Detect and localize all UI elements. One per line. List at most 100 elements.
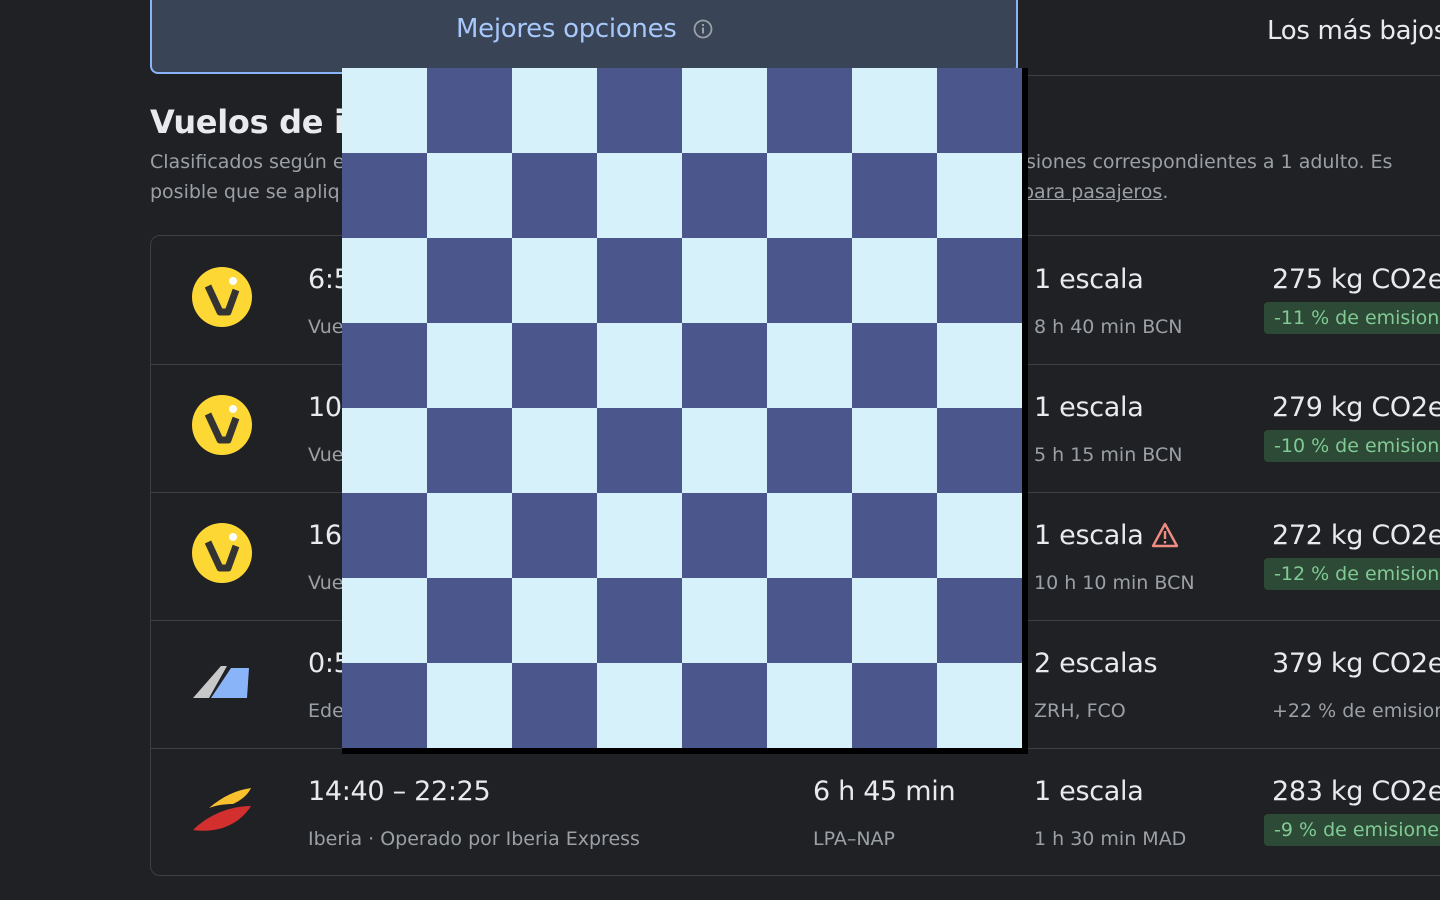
section-description-period: .: [1162, 181, 1169, 203]
section-description-line2-start: posible que se apliq: [150, 181, 340, 203]
co2-delta-badge: -12 % de emisiones: [1264, 558, 1440, 590]
flight-stops-detail: 1 h 30 min MAD: [1034, 828, 1187, 850]
flight-stops-detail: ZRH, FCO: [1034, 700, 1126, 722]
flight-co2: 283 kg CO2e: [1272, 776, 1440, 807]
checker-square: [597, 493, 682, 578]
warning-icon[interactable]: [1151, 522, 1179, 548]
tab-best-options[interactable]: Mejores opciones: [150, 0, 1018, 74]
checker-square: [512, 408, 597, 493]
flight-stops-detail: 8 h 40 min BCN: [1034, 316, 1183, 338]
flight-airline: Vue: [308, 572, 344, 594]
checker-square: [767, 493, 852, 578]
vueling-logo: [192, 395, 252, 455]
checker-square: [597, 323, 682, 408]
checker-square: [852, 153, 937, 238]
flight-stops: 1 escala: [1034, 520, 1144, 551]
checker-square: [682, 493, 767, 578]
tab-cheapest[interactable]: Los más bajos: [1267, 16, 1440, 46]
flight-airline: Vue: [308, 444, 344, 466]
co2-delta-badge: -9 % de emisiones: [1264, 814, 1440, 846]
flight-co2: 272 kg CO2e: [1272, 520, 1440, 551]
checker-square: [342, 493, 427, 578]
flight-stops-with-warning: 1 escala: [1034, 520, 1179, 551]
flight-airline: Iberia · Operado por Iberia Express: [308, 828, 640, 850]
flight-airline: Vue: [308, 316, 344, 338]
checker-square: [767, 408, 852, 493]
section-description-line2-tail: para pasajeros.: [1022, 181, 1168, 203]
checker-square: [512, 663, 597, 748]
flight-stops-detail: 5 h 15 min BCN: [1034, 444, 1183, 466]
checker-square: [512, 68, 597, 153]
checker-square: [427, 68, 512, 153]
tabs-divider: [1020, 75, 1440, 76]
checker-square: [512, 493, 597, 578]
checker-square: [342, 323, 427, 408]
checker-square: [852, 68, 937, 153]
checker-square: [342, 153, 427, 238]
checker-square: [937, 238, 1022, 323]
flight-co2: 275 kg CO2e: [1272, 264, 1440, 295]
checker-square: [597, 663, 682, 748]
checker-square: [427, 323, 512, 408]
flight-stops: 2 escalas: [1034, 648, 1158, 679]
checker-square: [342, 408, 427, 493]
flight-co2: 279 kg CO2e: [1272, 392, 1440, 423]
checker-square: [682, 663, 767, 748]
checker-square: [937, 323, 1022, 408]
checkerboard-overlay: [342, 68, 1028, 754]
flight-stops: 1 escala: [1034, 392, 1144, 423]
checker-square: [937, 493, 1022, 578]
checker-square: [937, 68, 1022, 153]
checker-square: [342, 663, 427, 748]
checker-square: [597, 68, 682, 153]
checker-square: [512, 323, 597, 408]
checker-square: [937, 153, 1022, 238]
checker-square: [937, 578, 1022, 663]
checker-square: [767, 323, 852, 408]
flight-route: LPA–NAP: [813, 828, 895, 850]
checker-square: [427, 153, 512, 238]
flight-row[interactable]: 14:40 – 22:25 Iberia · Operado por Iberi…: [151, 748, 1440, 876]
checker-square: [767, 68, 852, 153]
flight-airline: Ede: [308, 700, 344, 722]
checkerboard: [342, 68, 1022, 748]
checker-square: [682, 68, 767, 153]
section-description-line1-start: Clasificados según e: [150, 151, 345, 173]
checker-square: [597, 578, 682, 663]
checker-square: [682, 323, 767, 408]
flight-co2: 379 kg CO2e: [1272, 648, 1440, 679]
checker-square: [937, 663, 1022, 748]
checker-square: [937, 408, 1022, 493]
passenger-info-link[interactable]: para pasajeros: [1022, 181, 1162, 203]
checker-square: [597, 153, 682, 238]
checker-square: [597, 408, 682, 493]
checker-square: [767, 153, 852, 238]
checker-square: [852, 578, 937, 663]
tab-best-options-label: Mejores opciones: [456, 14, 677, 44]
checker-square: [427, 493, 512, 578]
checker-square: [597, 238, 682, 323]
checker-square: [767, 663, 852, 748]
checker-square: [342, 68, 427, 153]
checker-square: [852, 238, 937, 323]
checker-square: [682, 578, 767, 663]
iberia-logo: [193, 788, 251, 831]
checker-square: [512, 578, 597, 663]
checker-square: [852, 408, 937, 493]
checker-square: [427, 408, 512, 493]
checker-square: [852, 663, 937, 748]
checker-square: [427, 238, 512, 323]
checker-square: [512, 238, 597, 323]
co2-delta-text: +22 % de emisiones: [1272, 700, 1440, 722]
checker-square: [342, 578, 427, 663]
checker-square: [767, 578, 852, 663]
edelweiss-logo: [193, 666, 249, 698]
info-circle-icon[interactable]: [692, 18, 714, 40]
section-description-line1-end: siones correspondientes a 1 adulto. Es: [1026, 151, 1393, 173]
flight-stops-detail: 10 h 10 min BCN: [1034, 572, 1195, 594]
flight-duration: 6 h 45 min: [813, 776, 956, 807]
checker-square: [767, 238, 852, 323]
checker-square: [682, 153, 767, 238]
co2-delta-badge: -11 % de emisiones: [1264, 302, 1440, 334]
checker-square: [682, 408, 767, 493]
